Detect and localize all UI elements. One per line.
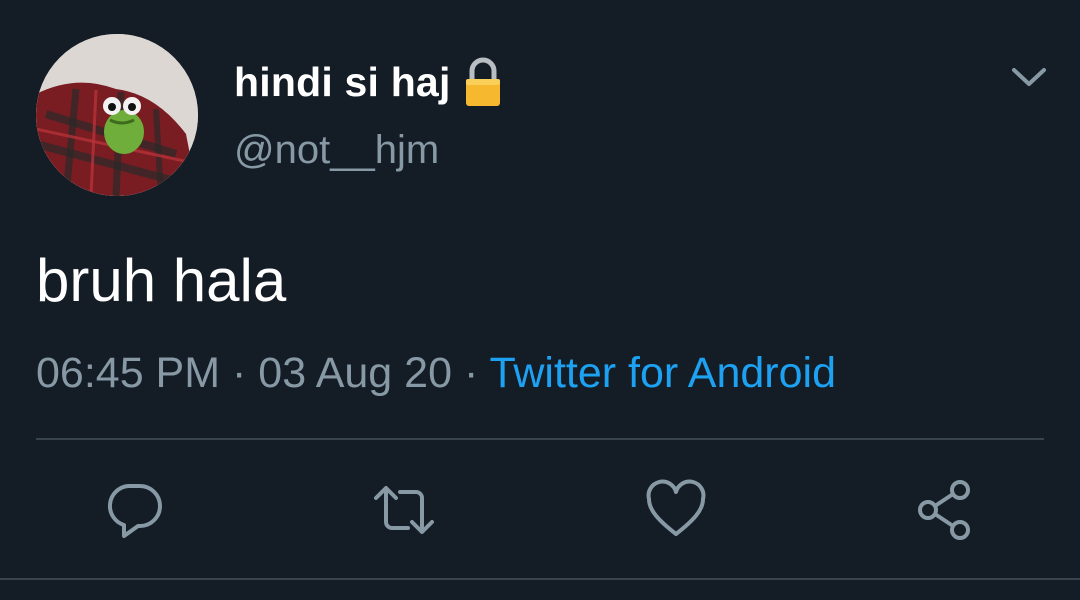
tweet-time: 06:45 PM — [36, 349, 221, 397]
like-button[interactable] — [644, 478, 708, 542]
avatar-image — [36, 34, 198, 196]
reply-button[interactable] — [102, 478, 166, 542]
chevron-down-icon[interactable] — [1008, 60, 1050, 96]
avatar[interactable] — [36, 34, 198, 196]
display-name[interactable]: hindi si haj — [234, 59, 451, 106]
display-name-row[interactable]: hindi si haj — [234, 56, 503, 108]
tweet-source-link[interactable]: Twitter for Android — [489, 349, 836, 397]
meta-separator: · — [232, 349, 247, 397]
share-button[interactable] — [914, 478, 978, 542]
tweet-detail: hindi si haj @not__hjm bruh hala 06:45 P… — [0, 0, 1080, 600]
divider — [0, 578, 1080, 580]
lock-icon — [463, 56, 503, 108]
retweet-button[interactable] — [372, 478, 436, 542]
heart-icon — [646, 479, 706, 536]
retweet-icon — [374, 486, 434, 534]
user-handle[interactable]: @not__hjm — [234, 128, 439, 173]
share-icon — [918, 480, 970, 540]
reply-icon — [107, 484, 162, 538]
tweet-text: bruh hala — [36, 247, 287, 314]
meta-separator: · — [463, 349, 479, 397]
tweet-date: 03 Aug 20 — [258, 349, 452, 397]
divider — [36, 438, 1044, 440]
tweet-meta: 06:45 PM · 03 Aug 20 · Twitter for Andro… — [36, 346, 836, 400]
